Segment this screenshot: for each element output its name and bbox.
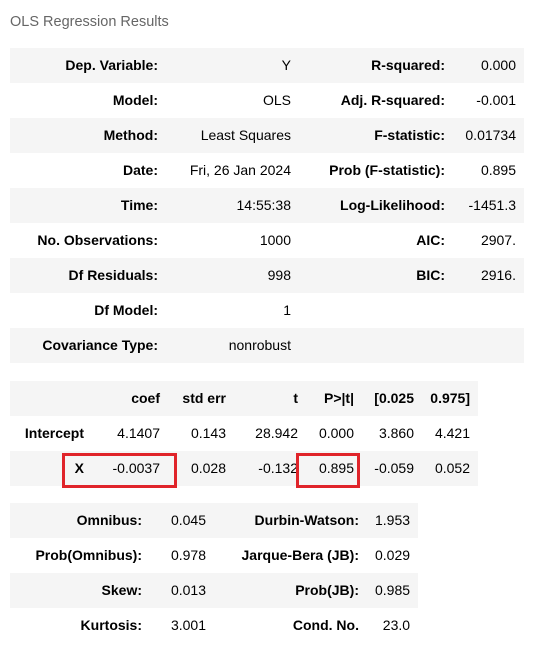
coefficients-table: coef std err t P>|t| [0.025 0.975] Intercept 4… bbox=[10, 381, 478, 486]
summary-label: No. Observations: bbox=[37, 232, 158, 248]
summary-label: Date: bbox=[122, 162, 158, 178]
diagnostics-value: 1.953 bbox=[367, 503, 419, 538]
coef-value: 0.000 bbox=[318, 425, 354, 441]
diagnostics-label: Skew: bbox=[10, 573, 150, 608]
diagnostics-row: Prob(Omnibus): 0.978 Jarque-Bera (JB): 0.02… bbox=[10, 538, 418, 573]
diagnostics-value: 0.029 bbox=[375, 547, 411, 563]
coef-value: 4.1407 bbox=[117, 425, 160, 441]
coef-value: 0.052 bbox=[422, 451, 478, 486]
diagnostics-row: Omnibus: 0.045 Durbin-Watson: 1.953 bbox=[10, 503, 419, 538]
summary-row: Date: Fri, 26 Jan 2024 Prob (F-statistic):… bbox=[10, 153, 524, 188]
coef-value: -0.059 bbox=[362, 451, 422, 486]
summary-label: Model: bbox=[112, 92, 158, 108]
summary-label: Dep. Variable: bbox=[10, 48, 166, 83]
summary-value: nonrobust bbox=[166, 328, 299, 363]
summary-row: Df Model: 1 bbox=[10, 293, 524, 328]
summary-value bbox=[453, 293, 524, 328]
summary-row: Df Residuals: 998 BIC: 2916. bbox=[10, 258, 524, 293]
diagnostics-label: Durbin-Watson: bbox=[214, 503, 367, 538]
diagnostics-row: Skew: 0.013 Prob(JB): 0.985 bbox=[10, 573, 419, 608]
summary-value: 1000 bbox=[259, 232, 291, 248]
table-caption: OLS Regression Results bbox=[10, 14, 169, 30]
summary-label: Prob (F-statistic): bbox=[329, 162, 445, 178]
diagnostics-label: Jarque-Bera (JB): bbox=[241, 547, 359, 563]
summary-value: Fri, 26 Jan 2024 bbox=[189, 162, 291, 178]
coef-row: Intercept 4.1407 0.143 28.942 0.000 3.860 4.42… bbox=[10, 416, 478, 451]
coef-value: 3.860 bbox=[378, 425, 414, 441]
summary-value: 0.000 bbox=[453, 48, 524, 83]
coef-row-label: Intercept bbox=[24, 425, 84, 441]
coef-value: 0.143 bbox=[190, 425, 226, 441]
coef-value: 0.895 bbox=[306, 451, 362, 486]
diagnostics-value: 0.985 bbox=[367, 573, 419, 608]
regression-summary-table: Dep. Variable: Y R-squared: 0.000 Model: OLS A… bbox=[10, 48, 524, 363]
summary-label: F-statistic: bbox=[299, 118, 453, 153]
summary-row: Model: OLS Adj. R-squared: -0.001 bbox=[10, 83, 524, 118]
summary-label bbox=[299, 293, 453, 328]
coef-value: -0.132 bbox=[234, 451, 306, 486]
diagnostics-value: 0.045 bbox=[150, 503, 214, 538]
summary-value: 1 bbox=[283, 302, 291, 318]
summary-label: Covariance Type: bbox=[10, 328, 166, 363]
diagnostics-label: Omnibus: bbox=[10, 503, 150, 538]
diagnostics-value: 0.978 bbox=[170, 547, 206, 563]
summary-value: 14:55:38 bbox=[166, 188, 299, 223]
summary-value: Y bbox=[166, 48, 299, 83]
coef-row-label: X bbox=[10, 451, 92, 486]
coef-column-header: std err bbox=[168, 381, 234, 416]
coef-value: -0.0037 bbox=[92, 451, 168, 486]
summary-row: Covariance Type: nonrobust bbox=[10, 328, 524, 363]
diagnostics-value: 3.001 bbox=[170, 617, 206, 633]
summary-row: Dep. Variable: Y R-squared: 0.000 bbox=[10, 48, 524, 83]
coef-row: X -0.0037 0.028 -0.132 0.895 -0.059 0.052 bbox=[10, 451, 478, 486]
summary-value: 998 bbox=[166, 258, 299, 293]
summary-label: BIC: bbox=[299, 258, 453, 293]
summary-value bbox=[453, 328, 524, 363]
coef-column-header: [0.025 bbox=[362, 381, 422, 416]
diagnostics-table: Omnibus: 0.045 Durbin-Watson: 1.953 Prob(Omn… bbox=[10, 503, 419, 643]
summary-label: Df Residuals: bbox=[10, 258, 166, 293]
summary-label: Time: bbox=[10, 188, 166, 223]
summary-label: AIC: bbox=[416, 232, 445, 248]
summary-row: No. Observations: 1000 AIC: 2907. bbox=[10, 223, 524, 258]
diagnostics-value: 0.013 bbox=[150, 573, 214, 608]
summary-row: Time: 14:55:38 Log-Likelihood: -1451.3 bbox=[10, 188, 524, 223]
coef-column-header: 0.975] bbox=[422, 381, 478, 416]
summary-value: 2916. bbox=[453, 258, 524, 293]
coef-column-header: t bbox=[234, 381, 306, 416]
diagnostics-label: Kurtosis: bbox=[80, 617, 142, 633]
coef-column-header: P>|t| bbox=[306, 381, 362, 416]
summary-value: OLS bbox=[262, 92, 291, 108]
summary-value: Least Squares bbox=[166, 118, 299, 153]
diagnostics-label: Prob(Omnibus): bbox=[35, 547, 142, 563]
summary-label: Adj. R-squared: bbox=[340, 92, 445, 108]
coefficients-header-row: coef std err t P>|t| [0.025 0.975] bbox=[10, 381, 478, 416]
coef-column-header: coef bbox=[92, 381, 168, 416]
summary-row: Method: Least Squares F-statistic: 0.01734 bbox=[10, 118, 524, 153]
summary-value: 2907. bbox=[480, 232, 516, 248]
diagnostics-label: Prob(JB): bbox=[214, 573, 367, 608]
summary-value: 0.895 bbox=[480, 162, 516, 178]
summary-value: -1451.3 bbox=[453, 188, 524, 223]
coef-value: 4.421 bbox=[434, 425, 470, 441]
summary-label: Log-Likelihood: bbox=[299, 188, 453, 223]
summary-value: 0.01734 bbox=[453, 118, 524, 153]
coef-value: 28.942 bbox=[255, 425, 298, 441]
diagnostics-row: Kurtosis: 3.001 Cond. No. 23.0 bbox=[10, 608, 418, 643]
summary-label: Method: bbox=[10, 118, 166, 153]
summary-value: -0.001 bbox=[476, 92, 516, 108]
summary-label: R-squared: bbox=[299, 48, 453, 83]
coef-value: 0.028 bbox=[168, 451, 234, 486]
summary-label bbox=[299, 328, 453, 363]
diagnostics-label: Cond. No. bbox=[292, 617, 359, 633]
coef-column-header bbox=[10, 381, 92, 416]
summary-label: Df Model: bbox=[94, 302, 158, 318]
diagnostics-value: 23.0 bbox=[382, 617, 411, 633]
